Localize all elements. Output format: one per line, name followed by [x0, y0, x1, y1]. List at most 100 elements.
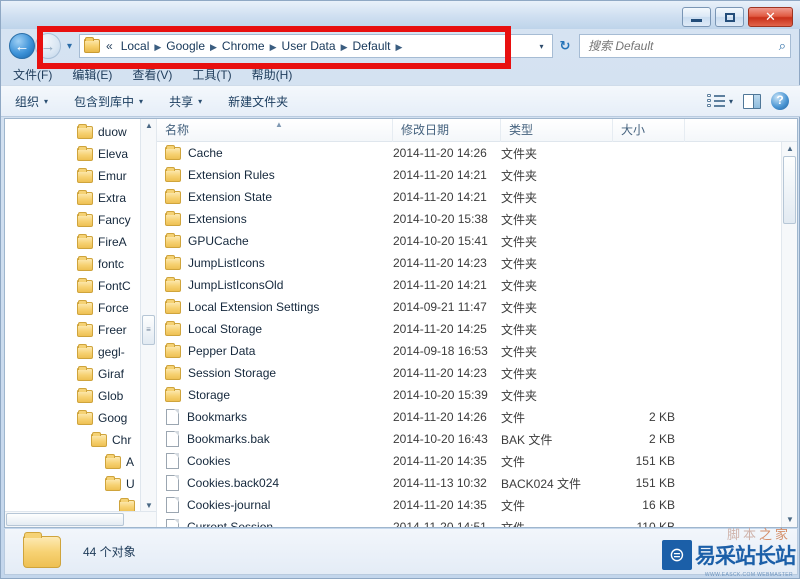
recent-locations-button[interactable]: ▾ [63, 40, 76, 53]
maximize-button[interactable] [715, 7, 744, 27]
sidebar-horizontal-scrollbar[interactable] [5, 511, 156, 527]
column-header-修改日期[interactable]: 修改日期 [393, 119, 501, 142]
breadcrumb-item-user-data[interactable]: User Data [279, 38, 339, 54]
scroll-up-icon[interactable]: ▲ [785, 143, 795, 155]
tree-item-Glob[interactable]: Glob [5, 385, 156, 407]
file-icon [166, 453, 179, 469]
sidebar-vertical-scrollbar[interactable]: ▲ ≡ ▼ [140, 119, 156, 513]
chevron-down-icon[interactable]: ▾ [729, 97, 733, 106]
table-row[interactable]: Local Storage 2014-11-20 14:25 文件夹 [157, 318, 781, 340]
breadcrumb-overflow-icon[interactable]: « [106, 39, 113, 53]
table-row[interactable]: Extension Rules 2014-11-20 14:21 文件夹 [157, 164, 781, 186]
tree-item-Giraf[interactable]: Giraf [5, 363, 156, 385]
table-row[interactable]: Cache 2014-11-20 14:26 文件夹 [157, 142, 781, 164]
menu-item-文件F[interactable]: 文件(F) [13, 66, 52, 83]
file-name-label: Current Session [187, 520, 274, 527]
filelist-vertical-scrollbar[interactable]: ▲ ▼ [781, 142, 797, 527]
filelist-scroll-thumb[interactable] [783, 156, 796, 224]
breadcrumb-item-default[interactable]: Default [349, 38, 393, 54]
breadcrumb-item-chrome[interactable]: Chrome [219, 38, 268, 54]
tree-item-Extra[interactable]: Extra [5, 187, 156, 209]
tree-item-A[interactable]: A [5, 451, 156, 473]
menu-item-编辑E[interactable]: 编辑(E) [72, 66, 112, 83]
table-row[interactable]: Cookies.back024 2014-11-13 10:32 BACK024 文… [157, 472, 781, 494]
table-row[interactable]: Storage 2014-10-20 15:39 文件夹 [157, 384, 781, 406]
menu-item-查看V[interactable]: 查看(V) [132, 66, 172, 83]
table-row[interactable]: Pepper Data 2014-09-18 16:53 文件夹 [157, 340, 781, 362]
menu-item-工具T[interactable]: 工具(T) [192, 66, 231, 83]
sidebar-hscroll-thumb[interactable] [6, 513, 124, 526]
tree-item-Eleva[interactable]: Eleva [5, 143, 156, 165]
file-name-label: Session Storage [188, 366, 277, 380]
toolbar-button-共享[interactable]: 共享 ▾ [169, 93, 202, 110]
file-name-cell: Bookmarks [157, 409, 393, 425]
sidebar-scroll-thumb[interactable]: ≡ [142, 315, 155, 345]
table-row[interactable]: Cookies-journal 2014-11-20 14:35 文件 16 KB [157, 494, 781, 516]
change-view-button[interactable]: ▾ [706, 94, 733, 108]
forward-button[interactable]: → [35, 33, 61, 59]
tree-item-U[interactable]: U [5, 473, 156, 495]
table-row[interactable]: Extensions 2014-10-20 15:38 文件夹 [157, 208, 781, 230]
breadcrumb-separator-icon[interactable]: ▶ [396, 42, 403, 52]
file-type-cell: 文件夹 [501, 300, 538, 315]
close-button[interactable]: ✕ [748, 7, 793, 27]
tree-item-Goog[interactable]: Goog [5, 407, 156, 429]
table-row[interactable]: JumpListIconsOld 2014-11-20 14:21 文件夹 [157, 274, 781, 296]
column-header-名称[interactable]: 名称 [157, 119, 393, 142]
file-name-label: Pepper Data [188, 344, 256, 358]
back-button[interactable]: ← [9, 33, 35, 59]
tree-item-fontc[interactable]: fontc [5, 253, 156, 275]
breadcrumb[interactable]: « Local ▶ Google ▶ Chrome ▶ User Data ▶ Default ▶ [79, 34, 531, 58]
tree-item-FireA[interactable]: FireA [5, 231, 156, 253]
breadcrumb-separator-icon[interactable]: ▶ [270, 42, 277, 52]
file-list-pane: ▲ 名称 修改日期 类型 大小 Cache 2014-11-20 14:26 文件夹 Ext… [157, 119, 797, 527]
tree-item-duow[interactable]: duow [5, 121, 156, 143]
view-list-icon [706, 94, 725, 108]
breadcrumb-item-local[interactable]: Local [118, 38, 153, 54]
toolbar-button-包含到库中[interactable]: 包含到库中 ▾ [74, 93, 143, 110]
toolbar-button-组织[interactable]: 组织 ▾ [15, 93, 48, 110]
table-row[interactable]: Bookmarks 2014-11-20 14:26 文件 2 KB [157, 406, 781, 428]
column-header-类型[interactable]: 类型 [501, 119, 613, 142]
table-row[interactable]: Extension State 2014-11-20 14:21 文件夹 [157, 186, 781, 208]
table-row[interactable]: Cookies 2014-11-20 14:35 文件 151 KB [157, 450, 781, 472]
tree-item-FontC[interactable]: FontC [5, 275, 156, 297]
column-header-大小[interactable]: 大小 [613, 119, 685, 142]
breadcrumb-separator-icon[interactable]: ▶ [341, 42, 348, 52]
breadcrumb-items: Local ▶ Google ▶ Chrome ▶ User Data ▶ Default ▶ [118, 37, 405, 55]
minimize-button[interactable] [682, 7, 711, 27]
search-input[interactable] [588, 39, 779, 53]
table-row[interactable]: Session Storage 2014-11-20 14:23 文件夹 [157, 362, 781, 384]
tree-item-Force[interactable]: Force [5, 297, 156, 319]
tree-item-Fancy[interactable]: Fancy [5, 209, 156, 231]
folder-icon [165, 232, 181, 248]
file-name-cell: Cookies [157, 453, 393, 469]
preview-pane-button[interactable] [743, 93, 761, 109]
table-row[interactable]: Local Extension Settings 2014-09-21 11:47… [157, 296, 781, 318]
menu-item-帮助H[interactable]: 帮助(H) [252, 66, 293, 83]
search-icon[interactable]: ⌕ [779, 38, 786, 54]
refresh-button[interactable]: ↻ [553, 34, 577, 58]
file-name-cell: Cookies-journal [157, 497, 393, 513]
tree-item-label: gegl- [98, 345, 125, 359]
tree-item-label: FontC [98, 279, 131, 293]
menu-bar: 文件(F) 编辑(E) 查看(V) 工具(T) 帮助(H) [1, 63, 800, 85]
watermark-badge-icon: ⊜ [662, 540, 692, 570]
table-row[interactable]: GPUCache 2014-10-20 15:41 文件夹 [157, 230, 781, 252]
tree-item-label: Force [98, 301, 129, 315]
scroll-up-icon[interactable]: ▲ [143, 120, 155, 132]
tree-item-Emur[interactable]: Emur [5, 165, 156, 187]
breadcrumb-item-google[interactable]: Google [163, 38, 208, 54]
breadcrumb-separator-icon[interactable]: ▶ [210, 42, 217, 52]
help-button[interactable]: ? [771, 92, 789, 110]
table-row[interactable]: JumpListIcons 2014-11-20 14:23 文件夹 [157, 252, 781, 274]
toolbar-button-新建文件夹[interactable]: 新建文件夹 [228, 93, 288, 110]
tree-item-Chr[interactable]: Chr [5, 429, 156, 451]
breadcrumb-separator-icon[interactable]: ▶ [154, 42, 161, 52]
tree-item-Freer[interactable]: Freer [5, 319, 156, 341]
address-dropdown-button[interactable]: ▾ [531, 34, 553, 58]
tree-item-gegl-[interactable]: gegl- [5, 341, 156, 363]
table-row[interactable]: Bookmarks.bak 2014-10-20 16:43 BAK 文件 2 KB [157, 428, 781, 450]
search-box[interactable]: ⌕ [579, 34, 791, 58]
file-date-cell: 2014-11-20 14:26 [393, 410, 487, 424]
